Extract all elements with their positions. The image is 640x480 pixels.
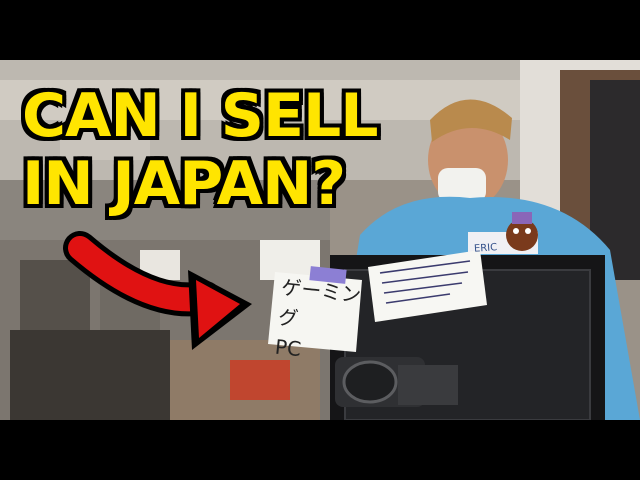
headline: CAN I SELL IN JAPAN? — [22, 82, 382, 218]
thumbnail: CAN I SELL IN JAPAN? ゲーミング PC ERIC — [0, 0, 640, 480]
letterbox-top — [0, 0, 640, 60]
name-badge: ERIC — [473, 242, 498, 255]
headline-line-2: IN JAPAN? — [22, 149, 346, 219]
handwritten-sign: ゲーミング PC — [274, 272, 363, 370]
letterbox-bottom — [0, 420, 640, 480]
headline-line-1: CAN I SELL — [22, 81, 378, 151]
sign-line-1: ゲーミング — [277, 274, 363, 331]
